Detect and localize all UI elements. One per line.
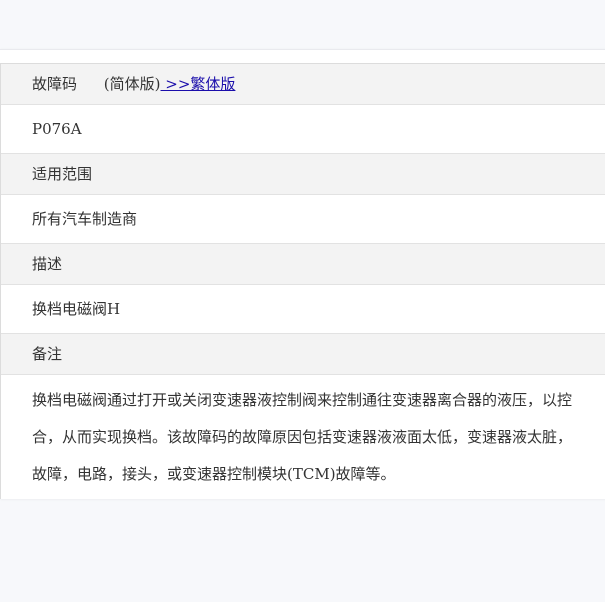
notes-line-1: 换档电磁阀通过打开或关闭变速器液控制阀来控制通往变速器离合器的液压，以控	[32, 391, 573, 409]
notes-line-2: 合，从而实现换档。该故障码的故障原因包括变速器液液面太低，变速器液太脏，	[32, 428, 573, 446]
description-label: 描述	[32, 255, 63, 273]
fault-code-value: P076A	[32, 120, 82, 138]
fault-code-label: 故障码	[32, 75, 78, 93]
scope-value-row: 所有汽车制造商	[1, 195, 605, 244]
notes-header-row: 备注	[1, 334, 605, 375]
traditional-version-link[interactable]: >>繁体版	[161, 75, 235, 93]
notes-label: 备注	[32, 345, 63, 363]
simplified-version-label: (简体版)	[103, 75, 161, 93]
description-value: 换档电磁阀H	[32, 300, 121, 318]
fault-code-card: 故障码 (简体版) >>繁体版 P076A 适用范围 所有汽车制造商 描述 换档…	[0, 49, 605, 499]
scope-label: 适用范围	[32, 165, 93, 183]
notes-line-3: 故障，电路，接头，或变速器控制模块(TCM)故障等。	[32, 465, 396, 483]
fault-code-value-row: P076A	[1, 105, 605, 154]
fault-code-header-row: 故障码 (简体版) >>繁体版	[1, 64, 605, 105]
description-value-row: 换档电磁阀H	[1, 285, 605, 334]
scope-header-row: 适用范围	[1, 154, 605, 195]
fault-code-table: 故障码 (简体版) >>繁体版 P076A 适用范围 所有汽车制造商 描述 换档…	[0, 63, 605, 499]
scope-value: 所有汽车制造商	[32, 210, 138, 228]
notes-value-row: 换档电磁阀通过打开或关闭变速器液控制阀来控制通往变速器离合器的液压，以控 合，从…	[1, 375, 605, 499]
description-header-row: 描述	[1, 244, 605, 285]
